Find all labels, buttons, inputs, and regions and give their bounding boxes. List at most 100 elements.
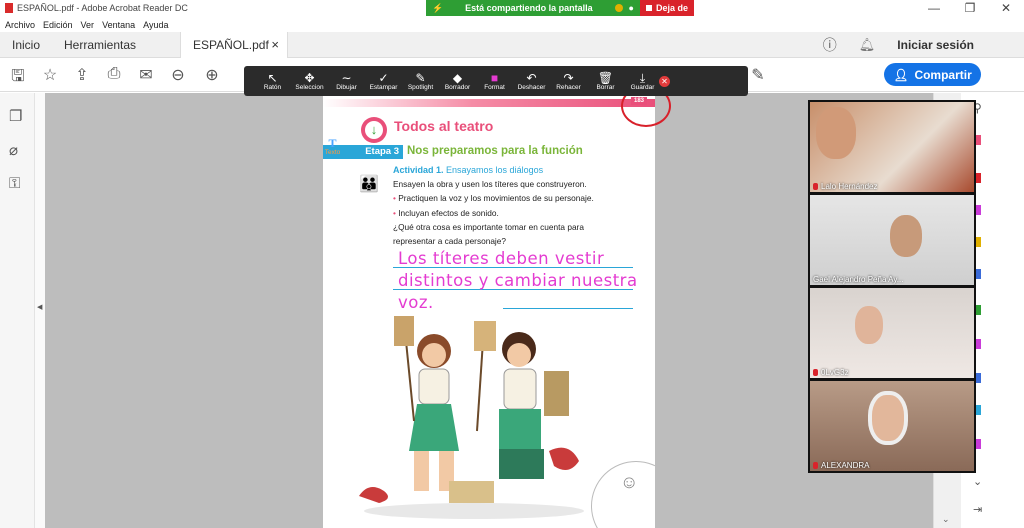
bell-icon[interactable]: 🔔︎ [859, 37, 876, 53]
participant-name-row: 0LvG3z [813, 368, 849, 377]
annotate-tool-label: Seleccion [295, 83, 324, 91]
chevron-down-icon[interactable]: ⌄ [973, 475, 982, 488]
close-window-button[interactable]: ✕ [988, 0, 1024, 16]
question-text-1: ¿Qué otra cosa es importante tomar en cu… [393, 222, 584, 232]
participant-name: Lalo Hernández [821, 182, 878, 191]
participant-tile[interactable]: Gael Alejandro Peña Ay... [810, 195, 974, 285]
participant-name-row: Gael Alejandro Peña Ay... [813, 275, 903, 284]
stop-share-button[interactable]: Deja de [639, 0, 694, 16]
handwritten-answer-line-3: voz. [398, 293, 434, 312]
participant-name: Gael Alejandro Peña Ay... [813, 275, 904, 284]
minimize-button[interactable]: — [916, 0, 952, 16]
help-icon[interactable]: ⓘ [823, 35, 837, 55]
left-rail: ❐ ⌀ ⚿ [0, 93, 35, 528]
participant-tile[interactable]: Lalo Hernández [810, 102, 974, 192]
annotate-tool-icon: T [328, 136, 337, 150]
participant-tile[interactable]: ALEXANDRA [810, 381, 974, 471]
tab-home[interactable]: Inicio [12, 38, 40, 52]
menu-ver[interactable]: Ver [81, 20, 95, 30]
menu-bar: Archivo Edición Ver Ventana Ayuda [0, 17, 1024, 32]
video-gallery: Lalo Hernández Gael Alejandro Peña Ay...… [808, 100, 976, 473]
annotate-tool-icon: 🗑 [597, 70, 614, 85]
character-circle-illustration: ☺ [591, 461, 655, 528]
annotate-tool-estampar[interactable]: ✓ Estampar [365, 71, 402, 92]
annotate-tool-spotlight[interactable]: ✎ Spotlight [402, 71, 439, 92]
share-button-label: Compartir [914, 67, 972, 82]
close-annotate-icon[interactable]: ✕ [659, 75, 670, 87]
maximize-button[interactable]: ❐ [952, 0, 988, 16]
annotate-tool-texto[interactable]: T Texto [314, 136, 351, 157]
stage-title: Nos preparamos para la función [407, 145, 583, 157]
participant-name-row: Lalo Hernández [813, 182, 877, 191]
print-icon[interactable]: ⎙ [104, 65, 124, 83]
pdf-page: 183 ↓ Todos al teatro Etapa 3 Nos prepar… [323, 95, 655, 528]
intro-text: Ensayen la obra y usen los títeres que c… [393, 179, 587, 189]
attachment-icon[interactable]: ⌀ [9, 141, 18, 159]
menu-edicion[interactable]: Edición [43, 20, 73, 30]
menu-ventana[interactable]: Ventana [102, 20, 135, 30]
bullet-item: • Practiquen la voz y los movimientos de… [393, 193, 594, 203]
share-button[interactable]: 👤︎ Compartir [884, 63, 981, 86]
participant-video [868, 391, 908, 445]
participant-name: 0LvG3z [821, 368, 849, 377]
menu-archivo[interactable]: Archivo [5, 20, 35, 30]
annotate-tool-label: Borrador [444, 83, 471, 91]
kids-group-icon: 👪︎ [359, 176, 379, 193]
close-tab-icon[interactable]: × [271, 37, 279, 52]
participant-tile[interactable]: 0LvG3z [810, 288, 974, 378]
participant-name: ALEXANDRA [821, 461, 870, 470]
add-user-icon: 👤︎ [893, 67, 909, 82]
activity-label: Actividad 1. [393, 165, 444, 175]
annotate-tool-label: Format [484, 83, 505, 91]
tab-bar: Inicio Herramientas ESPAÑOL.pdf × ⓘ 🔔︎ I… [0, 32, 1024, 58]
page-up-icon[interactable]: ⊕ [202, 65, 222, 85]
participant-video [890, 215, 922, 257]
annotate-tool-label: Deshacer [517, 83, 546, 91]
bullet-item: • Incluyan efectos de sonido. [393, 208, 499, 218]
edit-tool-icon[interactable]: ✎ [748, 65, 768, 85]
pause-icon[interactable] [614, 4, 623, 12]
annotate-tool-label: Guardar [630, 83, 655, 91]
menu-ayuda[interactable]: Ayuda [143, 20, 168, 30]
participant-name-row: ALEXANDRA [813, 461, 869, 470]
zoom-out-icon[interactable]: ⊖ [168, 65, 188, 85]
star-icon[interactable]: ☆ [40, 65, 60, 85]
collapse-panel-icon[interactable]: ⇥ [973, 503, 982, 516]
mail-icon[interactable]: ✉ [136, 65, 156, 85]
annotate-tool-seleccion[interactable]: ✥ Seleccion [291, 71, 328, 92]
tab-document[interactable]: ESPAÑOL.pdf × [180, 32, 288, 58]
annotate-tool-guardar[interactable]: ⤓ Guardar [624, 71, 661, 92]
annotate-tool-dibujar[interactable]: ∼ Dibujar [328, 71, 365, 92]
annotate-tool-borrar[interactable]: 🗑 Borrar [587, 71, 624, 92]
chevron-down-icon[interactable]: ⌄ [942, 514, 950, 525]
page-header-band [323, 99, 655, 107]
save-icon[interactable]: 🖫 [8, 65, 28, 92]
share-status: Está compartiendo la pantalla [465, 3, 593, 13]
muted-mic-icon [813, 183, 818, 190]
annotate-tool-label: Rehacer [556, 83, 581, 91]
participant-video [816, 107, 856, 159]
annotate-tool-rehacer[interactable]: ↷ Rehacer [550, 71, 587, 92]
annotate-tool-label: Texto [324, 149, 341, 156]
pages-icon[interactable]: ❐ [9, 107, 22, 125]
annotate-tool-ratón[interactable]: ↖ Ratón [254, 71, 291, 92]
question-text-2: representar a cada personaje? [393, 236, 507, 246]
upload-icon[interactable]: ⇪ [72, 65, 92, 85]
signin-button[interactable]: Iniciar sesión [897, 38, 974, 52]
annotate-tool-deshacer[interactable]: ↶ Deshacer [513, 71, 550, 92]
chevron-left-icon[interactable]: ◀ [37, 303, 42, 311]
annotate-tool-format[interactable]: ■ Format [476, 71, 513, 92]
tab-tools[interactable]: Herramientas [64, 38, 136, 52]
annotate-tool-icon: ↷ [563, 70, 574, 85]
annotate-tool-borrador[interactable]: ◆ Borrador [439, 71, 476, 92]
security-lock-icon[interactable]: ⚿ [9, 175, 20, 192]
annotate-tool-icon: ↖ [267, 70, 278, 85]
activity-heading: Actividad 1. Ensayamos los diálogos [393, 165, 543, 175]
share-icon: ⚡ [432, 2, 444, 13]
muted-mic-icon [813, 462, 818, 469]
collapse-panel[interactable]: ◀ [35, 93, 45, 528]
annotation-toolbar: ↖ Ratón ✥ Seleccion T Texto ∼ Dibujar ✓ Estampar ✎… [244, 66, 748, 156]
participant-video [855, 306, 883, 344]
annotate-tool-label: Borrar [596, 83, 615, 91]
annotate-tool-icon: ◆ [452, 70, 463, 85]
